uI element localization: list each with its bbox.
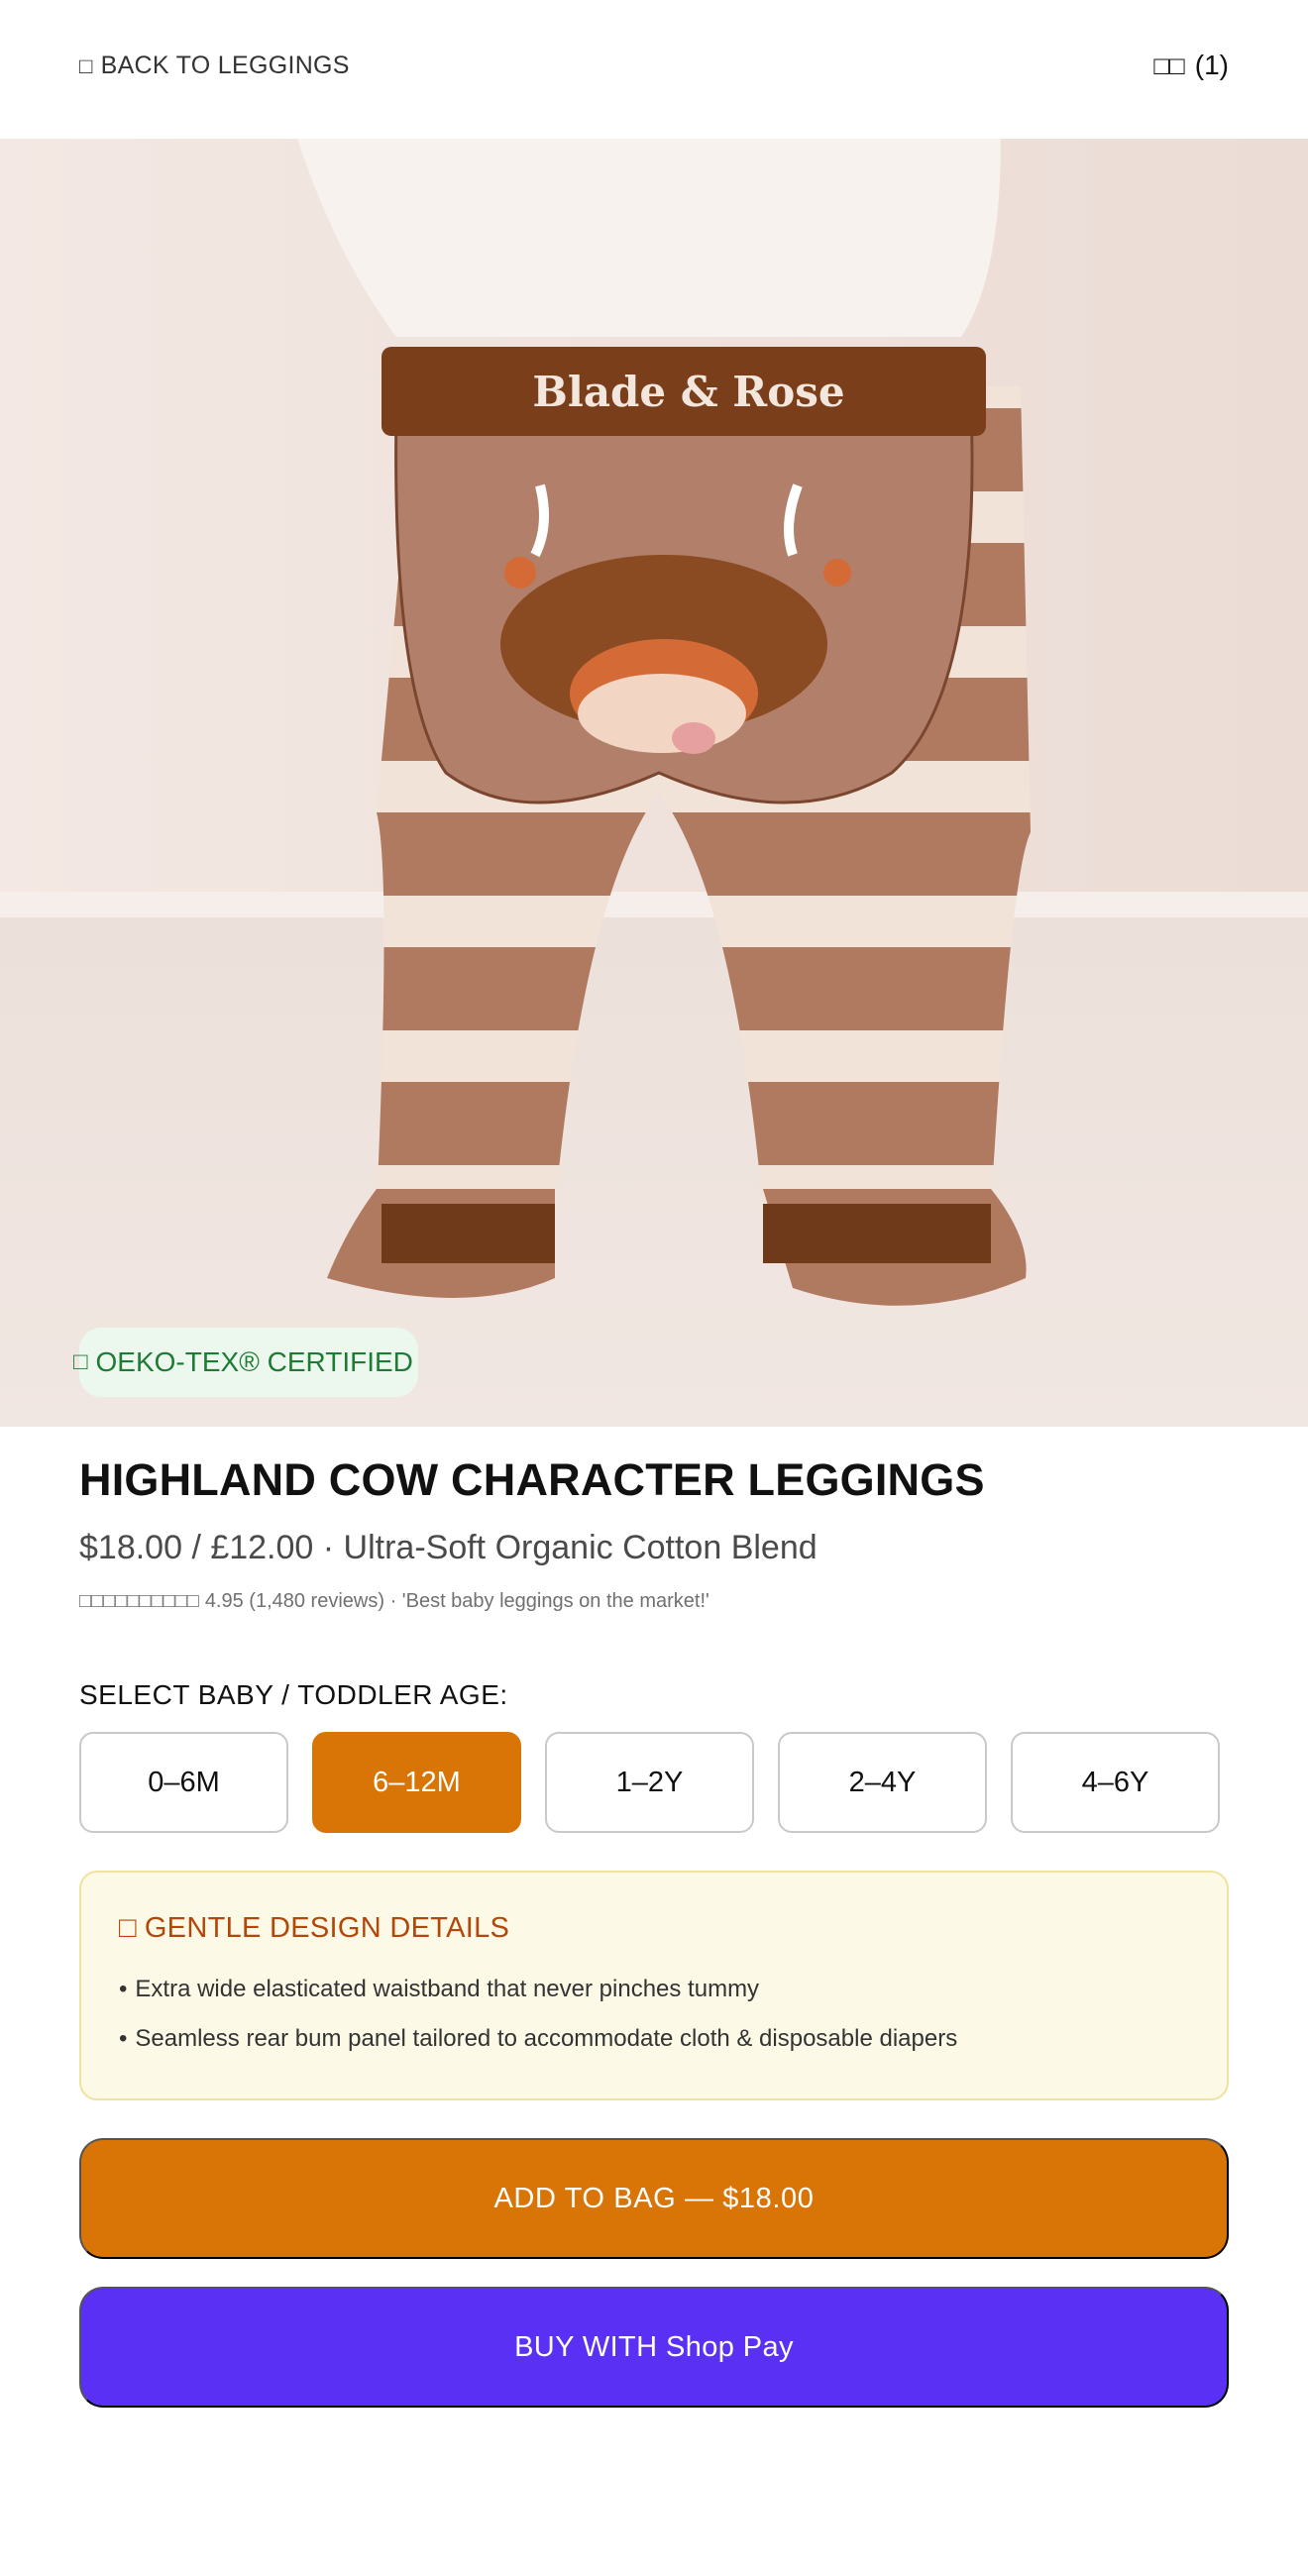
back-to-leggings-link[interactable]: □ BACK TO LEGGINGS [79,52,350,80]
age-option-1-2y[interactable]: 1–2Y [545,1732,754,1833]
oeko-tex-badge: □ OEKO-TEX® CERTIFIED [73,1328,418,1397]
bullet-icon: • [119,2025,128,2052]
design-details-list: • Extra wide elasticated waistband that … [119,1965,1189,2064]
product-title: HIGHLAND COW CHARACTER LEGGINGS [79,1454,985,1505]
bullet-icon: • [119,1976,128,2002]
top-bar: □ BACK TO LEGGINGS □□ (1) [0,0,1308,139]
rating-text: 4.95 (1,480 reviews) · 'Best baby leggin… [204,1590,709,1612]
product-image: Blade & Rose [0,139,1308,1427]
age-option-2-4y[interactable]: 2–4Y [778,1732,987,1833]
age-option-0-6m[interactable]: 0–6M [79,1732,288,1833]
age-selector: 0–6M 6–12M 1–2Y 2–4Y 4–6Y [79,1732,1229,1833]
age-option-6-12m[interactable]: 6–12M [312,1732,521,1833]
list-item-text: Extra wide elasticated waistband that ne… [135,1976,760,2002]
leggings-photo: Blade & Rose [0,139,1308,1427]
bag-count: (1) [1194,50,1229,80]
details-icon: □ [119,1912,137,1944]
age-option-4-6y[interactable]: 4–6Y [1011,1732,1220,1833]
age-selector-label: SELECT BABY / TODDLER AGE: [79,1679,508,1710]
design-details-panel: □ GENTLE DESIGN DETAILS • Extra wide ela… [79,1871,1229,2100]
back-arrow-icon: □ [79,53,93,78]
shop-pay-button[interactable]: BUY WITH Shop Pay [79,2287,1229,2408]
price-line: $18.00 / £12.00 · Ultra-Soft Organic Cot… [79,1529,818,1566]
rating-line: □□□□□□□□□□ 4.95 (1,480 reviews) · 'Best … [79,1590,709,1613]
list-item: • Seamless rear bum panel tailored to ac… [119,2014,1189,2064]
shopping-bag-icon: □□ [1153,50,1185,80]
waistband-text: Blade & Rose [532,368,844,416]
badge-label: OEKO-TEX® CERTIFIED [95,1346,413,1377]
details-title-text: GENTLE DESIGN DETAILS [144,1912,510,1944]
list-item: • Extra wide elasticated waistband that … [119,1965,1189,2014]
list-item-text: Seamless rear bum panel tailored to acco… [135,2025,958,2052]
back-link-label: BACK TO LEGGINGS [100,52,350,79]
rating-stars-icon: □□□□□□□□□□ [79,1590,199,1612]
certified-icon: □ [73,1348,88,1375]
add-to-bag-button[interactable]: ADD TO BAG — $18.00 [79,2138,1229,2259]
design-details-title: □ GENTLE DESIGN DETAILS [119,1912,1189,1945]
shopping-bag-button[interactable]: □□ (1) [1153,50,1229,81]
